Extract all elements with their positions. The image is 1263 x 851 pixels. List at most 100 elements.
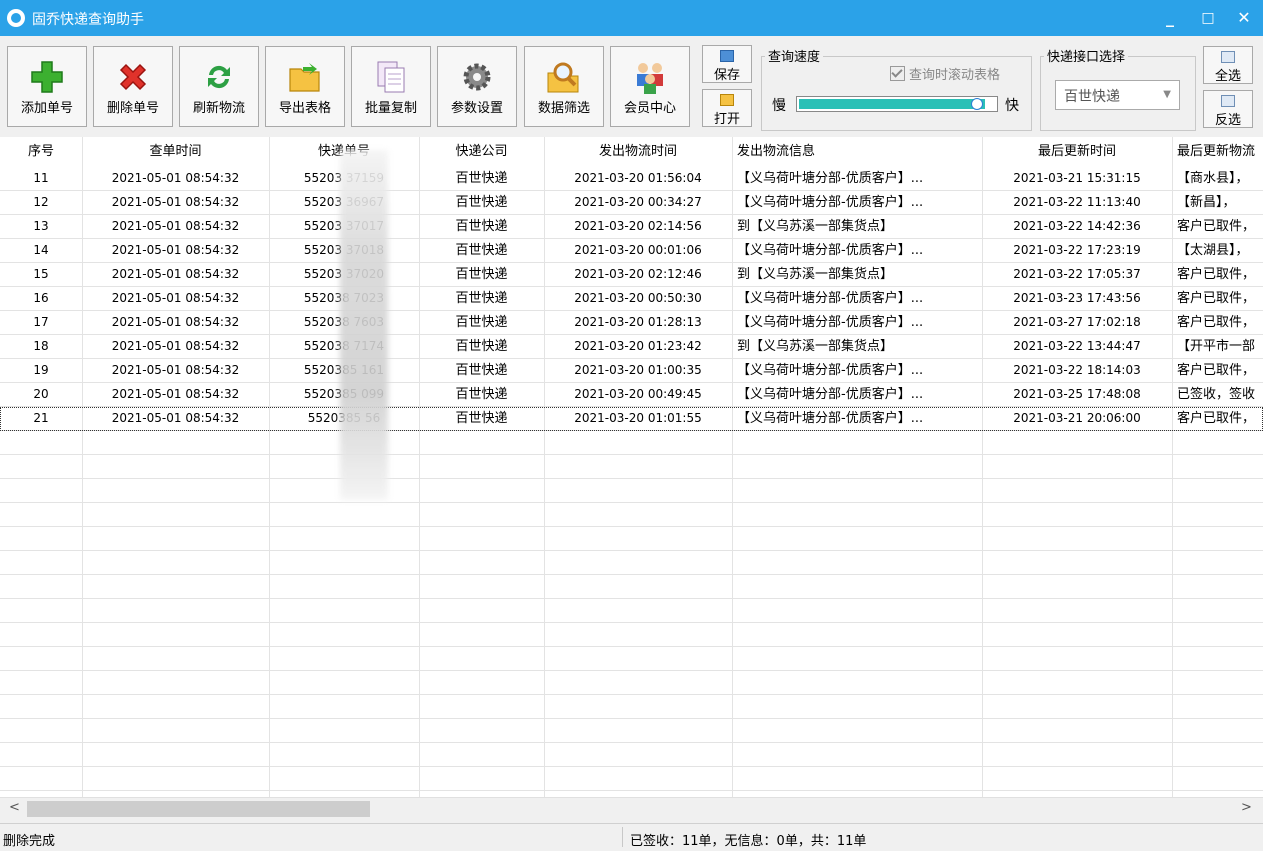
col-query-time-cell: 2021-05-01 08:54:32 (111, 363, 240, 377)
col-courier-cell: 百世快递 (455, 243, 508, 258)
api-select-title: 快递接口选择 (1044, 46, 1129, 65)
col-update-info-cell: 【开平市一部 (1177, 339, 1256, 354)
table-row[interactable] (0, 623, 1263, 647)
col-send-time-cell: 2021-03-20 01:01:55 (574, 411, 702, 425)
add-number-button[interactable]: 添加单号 (7, 46, 87, 127)
col-query-time-cell: 2021-05-01 08:54:32 (111, 315, 240, 329)
table-row[interactable]: 152021-05-01 08:54:3255203 37020百世快递2021… (0, 263, 1263, 287)
table-row[interactable]: 122021-05-01 08:54:3255203 36967百世快递2021… (0, 191, 1263, 215)
gear-icon (459, 59, 495, 95)
table-row[interactable] (0, 527, 1263, 551)
col-send-time-cell: 2021-03-20 01:56:04 (574, 171, 702, 185)
col-send-info-cell: 【义乌荷叶塘分部-优质客户】... (737, 171, 924, 186)
table-row[interactable]: 192021-05-01 08:54:325520385 161百世快递2021… (0, 359, 1263, 383)
invert-select-button[interactable]: 反选 (1203, 90, 1253, 128)
col-index-cell: 14 (33, 243, 49, 257)
col-courier-cell: 百世快递 (455, 411, 508, 426)
query-speed-title: 查询速度 (765, 46, 824, 65)
col-send-time-header[interactable]: 发出物流时间 (544, 137, 732, 167)
col-send-info-cell: 【义乌荷叶塘分部-优质客户】... (737, 363, 924, 378)
col-update-time-header[interactable]: 最后更新时间 (982, 137, 1172, 167)
table-row[interactable]: 162021-05-01 08:54:32552038 7023百世快递2021… (0, 287, 1263, 311)
table-row[interactable] (0, 431, 1263, 455)
status-separator (622, 827, 623, 847)
table-row[interactable]: 142021-05-01 08:54:3255203 37018百世快递2021… (0, 239, 1263, 263)
folder-export-icon (287, 59, 323, 95)
table-row[interactable] (0, 647, 1263, 671)
col-update-info-header[interactable]: 最后更新物流 (1172, 137, 1263, 167)
maximize-button[interactable]: □ (1196, 6, 1220, 30)
table-row[interactable] (0, 599, 1263, 623)
table-row[interactable]: 132021-05-01 08:54:3255203 37017百世快递2021… (0, 215, 1263, 239)
col-index-cell: 11 (33, 171, 49, 185)
col-courier-cell: 百世快递 (455, 291, 508, 306)
col-send-info-header[interactable]: 发出物流信息 (732, 137, 982, 167)
table-row[interactable] (0, 743, 1263, 767)
refresh-logistics-label: 刷新物流 (192, 101, 245, 116)
table-row[interactable] (0, 719, 1263, 743)
export-table-button[interactable]: 导出表格 (265, 46, 345, 127)
scrollbar-thumb[interactable] (27, 801, 370, 817)
col-send-info-cell: 到【义乌苏溪一部集货点】 (737, 267, 894, 282)
col-send-info-cell: 【义乌荷叶塘分部-优质客户】... (737, 195, 924, 210)
table-row[interactable] (0, 695, 1263, 719)
export-table-label: 导出表格 (278, 101, 331, 116)
open-button[interactable]: 打开 (702, 89, 752, 127)
refresh-logistics-button[interactable]: 刷新物流 (179, 46, 259, 127)
scroll-left-icon[interactable]: < (9, 800, 20, 815)
settings-button[interactable]: 参数设置 (437, 46, 517, 127)
status-summary: 已签收：11单，无信息：0单，共：11单 (630, 834, 867, 849)
delete-number-button[interactable]: 删除单号 (93, 46, 173, 127)
col-courier-cell: 百世快递 (455, 171, 508, 186)
col-update-info-cell: 客户已取件， (1177, 315, 1256, 330)
table-row[interactable] (0, 503, 1263, 527)
data-filter-button[interactable]: 数据筛选 (524, 46, 604, 127)
col-send-time-cell: 2021-03-20 00:50:30 (574, 291, 702, 305)
table-row[interactable]: 172021-05-01 08:54:32552038 7603百世快递2021… (0, 311, 1263, 335)
table-row[interactable] (0, 479, 1263, 503)
copy-icon (373, 59, 409, 95)
select-all-label: 全选 (1214, 69, 1241, 84)
speed-slider[interactable] (796, 96, 998, 112)
table-row[interactable]: 182021-05-01 08:54:32552038 7174百世快递2021… (0, 335, 1263, 359)
courier-api-dropdown[interactable]: 百世快递 ▼ (1055, 80, 1180, 110)
col-update-info-cell: 【新昌】， (1177, 195, 1236, 210)
tracking-table[interactable]: 序号查单时间快递单号快递公司发出物流时间发出物流信息最后更新时间最后更新物流11… (0, 137, 1263, 797)
status-message: 删除完成 (3, 834, 56, 849)
table-row[interactable] (0, 455, 1263, 479)
scroll-right-icon[interactable]: > (1241, 800, 1252, 815)
table-row[interactable] (0, 767, 1263, 791)
invert-select-icon (1221, 95, 1235, 107)
table-row[interactable] (0, 671, 1263, 695)
minimize-button[interactable]: _ (1158, 6, 1182, 30)
col-update-time-cell: 2021-03-22 17:23:19 (1013, 243, 1141, 257)
scroll-table-label: 查询时滚动表格 (909, 68, 1001, 83)
select-all-button[interactable]: 全选 (1203, 46, 1253, 84)
refresh-icon (201, 59, 237, 95)
col-query-time-cell: 2021-05-01 08:54:32 (111, 243, 240, 257)
select-all-icon (1221, 51, 1235, 63)
search-folder-icon (546, 59, 582, 95)
table-row[interactable]: 202021-05-01 08:54:325520385 099百世快递2021… (0, 383, 1263, 407)
table-row[interactable] (0, 575, 1263, 599)
col-send-time-cell: 2021-03-20 02:12:46 (574, 267, 702, 281)
table-row[interactable]: 212021-05-01 08:54:325520385 56百世快递2021-… (0, 407, 1263, 431)
col-send-time-cell: 2021-03-20 02:14:56 (574, 219, 702, 233)
horizontal-scrollbar[interactable]: < > (0, 797, 1263, 820)
col-query-time-header[interactable]: 查单时间 (82, 137, 269, 167)
scroll-table-checkbox[interactable]: 查询时滚动表格 (890, 64, 1000, 83)
speed-slider-knob[interactable] (971, 98, 983, 110)
col-index-header[interactable]: 序号 (0, 137, 82, 167)
col-courier-cell: 百世快递 (455, 219, 508, 234)
col-update-time-cell: 2021-03-25 17:48:08 (1013, 387, 1141, 401)
col-courier-cell: 百世快递 (455, 363, 508, 378)
col-courier-header[interactable]: 快递公司 (419, 137, 544, 167)
members-icon (632, 59, 668, 95)
close-button[interactable]: ✕ (1232, 6, 1256, 30)
table-row[interactable]: 112021-05-01 08:54:3255203 37159百世快递2021… (0, 167, 1263, 191)
member-center-button[interactable]: 会员中心 (610, 46, 690, 127)
save-button[interactable]: 保存 (702, 45, 752, 83)
batch-copy-button[interactable]: 批量复制 (351, 46, 431, 127)
col-query-time-cell: 2021-05-01 08:54:32 (111, 387, 240, 401)
table-row[interactable] (0, 551, 1263, 575)
